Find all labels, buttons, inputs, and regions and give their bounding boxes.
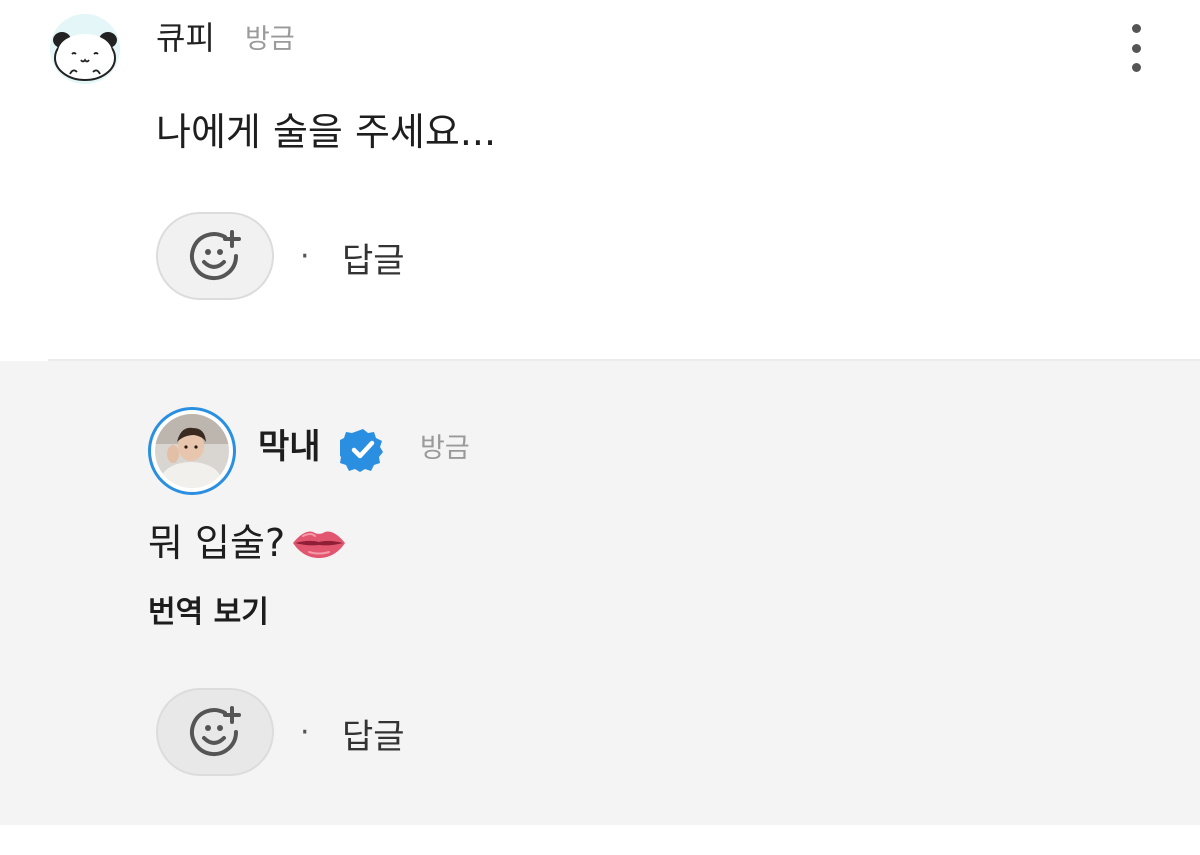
add-reaction-button[interactable] — [156, 212, 274, 300]
timestamp: 방금 — [420, 433, 470, 464]
more-vertical-icon-dot — [1131, 63, 1141, 72]
verified-badge-icon — [340, 429, 383, 472]
comment-item: 큐피 방금 나에게 술을 주세요... · 답글 — [0, 0, 1200, 360]
author-name[interactable]: 막내 — [258, 425, 321, 469]
avatar[interactable] — [148, 407, 236, 495]
more-options-button[interactable] — [1116, 20, 1156, 76]
timestamp: 방금 — [245, 24, 295, 55]
reply-button[interactable]: 답글 — [342, 716, 405, 758]
comment-text: 나에게 술을 주세요... — [156, 110, 497, 154]
reply-text: 뭐 입술? — [148, 521, 286, 565]
avatar[interactable] — [50, 14, 120, 84]
profile-photo — [155, 414, 229, 488]
comment-thread: 큐피 방금 나에게 술을 주세요... · 답글 막내 방금 뭐 입술? 번역 … — [0, 0, 1200, 855]
reply-button[interactable]: 답글 — [342, 240, 405, 282]
separator-dot: · — [300, 239, 310, 274]
bottom-spacer — [0, 825, 1200, 855]
lips-emoji-icon — [293, 531, 346, 558]
smiley-plus-icon — [190, 230, 241, 281]
reply-item: 막내 방금 뭐 입술? 번역 보기 · 답글 — [0, 361, 1200, 825]
more-vertical-icon-dot — [1131, 43, 1141, 53]
author-name[interactable]: 큐피 — [156, 18, 215, 58]
panda-avatar-icon — [50, 14, 120, 84]
more-vertical-icon — [1131, 24, 1141, 33]
smiley-plus-icon — [190, 706, 241, 757]
add-reaction-button[interactable] — [156, 688, 274, 776]
see-translation-button[interactable]: 번역 보기 — [148, 593, 269, 633]
person-photo-icon — [155, 414, 229, 488]
reply-text-row: 뭐 입술? — [148, 519, 347, 567]
separator-dot: · — [300, 715, 310, 750]
